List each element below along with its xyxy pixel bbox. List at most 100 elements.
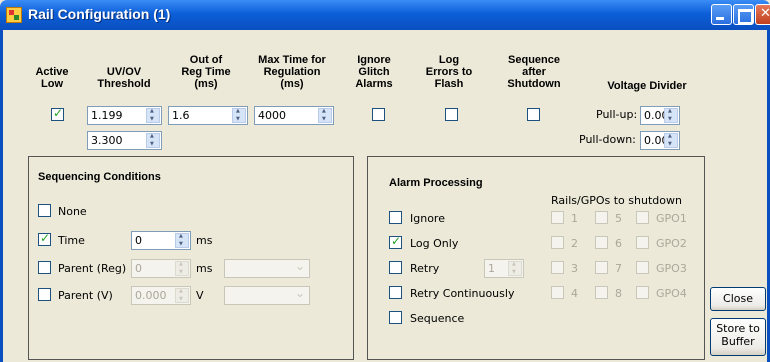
ignore-glitch-alarms-checkbox[interactable] <box>372 108 385 121</box>
header-log-errors-flash: Log Errors to Flash <box>425 54 473 90</box>
gpo1-label: GPO1 <box>656 212 687 225</box>
gpo2-checkbox[interactable] <box>636 236 649 249</box>
header-uvov-threshold: UV/OV Threshold <box>97 66 151 90</box>
out-of-reg-time-spinner[interactable]: 1.6 <box>168 106 248 125</box>
pulldown-label: Pull-down: <box>579 133 636 146</box>
gpo1-checkbox[interactable] <box>636 211 649 224</box>
window-title: Rail Configuration (1) <box>28 6 171 22</box>
alarm-log-only-label: Log Only <box>410 237 459 250</box>
max-time-regulation-spinner[interactable]: 4000 <box>254 106 334 125</box>
seq-parent-v-unit: V <box>196 289 204 302</box>
pullup-spinner[interactable]: 0.00 <box>640 106 680 125</box>
gpo2-label: GPO2 <box>656 237 687 250</box>
header-max-time-regulation: Max Time for Regulation (ms) <box>258 54 326 90</box>
spinner-arrows-icon[interactable] <box>664 133 678 148</box>
maximize-button[interactable] <box>733 4 754 25</box>
spinner-arrows-icon[interactable] <box>664 108 678 123</box>
seq-parent-reg-unit: ms <box>196 262 213 275</box>
spinner-arrows-icon[interactable] <box>232 108 246 123</box>
rail-4-label: 4 <box>571 287 578 300</box>
seq-time-checkbox[interactable] <box>38 231 51 246</box>
seq-parent-v-checkbox[interactable] <box>38 288 51 301</box>
alarm-retry-value: 1 <box>488 262 495 275</box>
alarm-sequence-label: Sequence <box>410 312 465 325</box>
window-frame-left <box>0 30 3 362</box>
rail-4-checkbox[interactable] <box>551 286 564 299</box>
rail-1-label: 1 <box>571 212 578 225</box>
gpo4-checkbox[interactable] <box>636 286 649 299</box>
seq-none-checkbox[interactable] <box>38 204 51 217</box>
rail-7-label: 7 <box>615 262 622 275</box>
minimize-button[interactable] <box>711 4 732 25</box>
alarm-ignore-label: Ignore <box>410 212 445 225</box>
alarm-ignore-checkbox[interactable] <box>389 211 402 224</box>
seq-parent-reg-value: 0 <box>135 262 142 275</box>
max-time-regulation-value: 4000 <box>258 109 286 122</box>
rail-7-checkbox[interactable] <box>595 261 608 274</box>
rail-8-checkbox[interactable] <box>595 286 608 299</box>
spinner-arrows-icon[interactable] <box>146 108 160 123</box>
close-button[interactable]: Close <box>710 287 766 311</box>
close-window-button[interactable] <box>755 4 770 25</box>
active-low-checkbox[interactable] <box>51 106 64 121</box>
spinner-arrows-icon[interactable] <box>318 108 332 123</box>
pullup-label: Pull-up: <box>596 108 638 121</box>
pulldown-spinner[interactable]: 0.00 <box>640 131 680 150</box>
title-bar: Rail Configuration (1) <box>0 0 770 30</box>
header-out-of-reg-time: Out of Reg Time (ms) <box>181 54 231 90</box>
alarm-log-only-checkbox[interactable] <box>389 234 402 249</box>
alarm-retry-spinner[interactable]: 1 <box>484 259 524 278</box>
spinner-arrows-icon[interactable] <box>146 133 160 148</box>
uv-threshold-spinner[interactable]: 1.199 <box>87 106 162 125</box>
rail-3-checkbox[interactable] <box>551 261 564 274</box>
alarm-retry-continuously-checkbox[interactable] <box>389 286 402 299</box>
seq-parent-v-spinner[interactable]: 0.000 <box>131 286 191 305</box>
seq-parent-v-label: Parent (V) <box>58 289 113 302</box>
seq-parent-reg-label: Parent (Reg) <box>58 262 127 275</box>
sequencing-conditions-group <box>28 156 354 360</box>
spinner-arrows-icon[interactable] <box>175 261 189 276</box>
spinner-arrows-icon[interactable] <box>508 261 522 276</box>
header-ignore-glitch-alarms: Ignore Glitch Alarms <box>355 54 393 90</box>
ov-threshold-value: 3.300 <box>91 134 123 147</box>
spinner-arrows-icon[interactable] <box>175 233 189 248</box>
sequence-after-shutdown-checkbox[interactable] <box>527 108 540 121</box>
rail-6-label: 6 <box>615 237 622 250</box>
seq-time-value: 0 <box>135 234 142 247</box>
alarm-retry-continuously-label: Retry Continuously <box>410 287 515 300</box>
ov-threshold-spinner[interactable]: 3.300 <box>87 131 162 150</box>
log-errors-flash-checkbox[interactable] <box>445 108 458 121</box>
seq-parent-v-value: 0.000 <box>135 289 167 302</box>
header-voltage-divider: Voltage Divider <box>607 80 687 92</box>
app-icon <box>6 7 22 23</box>
seq-parent-reg-spinner[interactable]: 0 <box>131 259 191 278</box>
rails-gpos-header: Rails/GPOs to shutdown <box>551 194 682 207</box>
header-sequence-after-shutdown: Sequence after Shutdown <box>507 54 561 90</box>
seq-none-label: None <box>58 205 87 218</box>
header-active-low: Active Low <box>35 66 69 90</box>
gpo4-label: GPO4 <box>656 287 687 300</box>
rail-2-checkbox[interactable] <box>551 236 564 249</box>
rail-1-checkbox[interactable] <box>551 211 564 224</box>
seq-time-spinner[interactable]: 0 <box>131 231 191 250</box>
rail-2-label: 2 <box>571 237 578 250</box>
uv-threshold-value: 1.199 <box>91 109 123 122</box>
gpo3-checkbox[interactable] <box>636 261 649 274</box>
seq-parent-reg-dropdown[interactable] <box>224 259 310 278</box>
rail-6-checkbox[interactable] <box>595 236 608 249</box>
rail-5-label: 5 <box>615 212 622 225</box>
alarm-retry-label: Retry <box>410 262 440 275</box>
alarm-sequence-checkbox[interactable] <box>389 311 402 324</box>
store-to-buffer-button[interactable]: Store to Buffer <box>710 318 766 356</box>
seq-parent-v-dropdown[interactable] <box>224 286 310 305</box>
seq-time-label: Time <box>58 234 85 247</box>
seq-parent-reg-checkbox[interactable] <box>38 261 51 274</box>
alarm-retry-checkbox[interactable] <box>389 261 402 274</box>
out-of-reg-time-value: 1.6 <box>172 109 190 122</box>
rail-3-label: 3 <box>571 262 578 275</box>
rail-5-checkbox[interactable] <box>595 211 608 224</box>
spinner-arrows-icon[interactable] <box>175 288 189 303</box>
seq-time-unit: ms <box>196 234 213 247</box>
alarm-processing-title: Alarm Processing <box>389 177 483 189</box>
sequencing-conditions-title: Sequencing Conditions <box>38 171 161 183</box>
